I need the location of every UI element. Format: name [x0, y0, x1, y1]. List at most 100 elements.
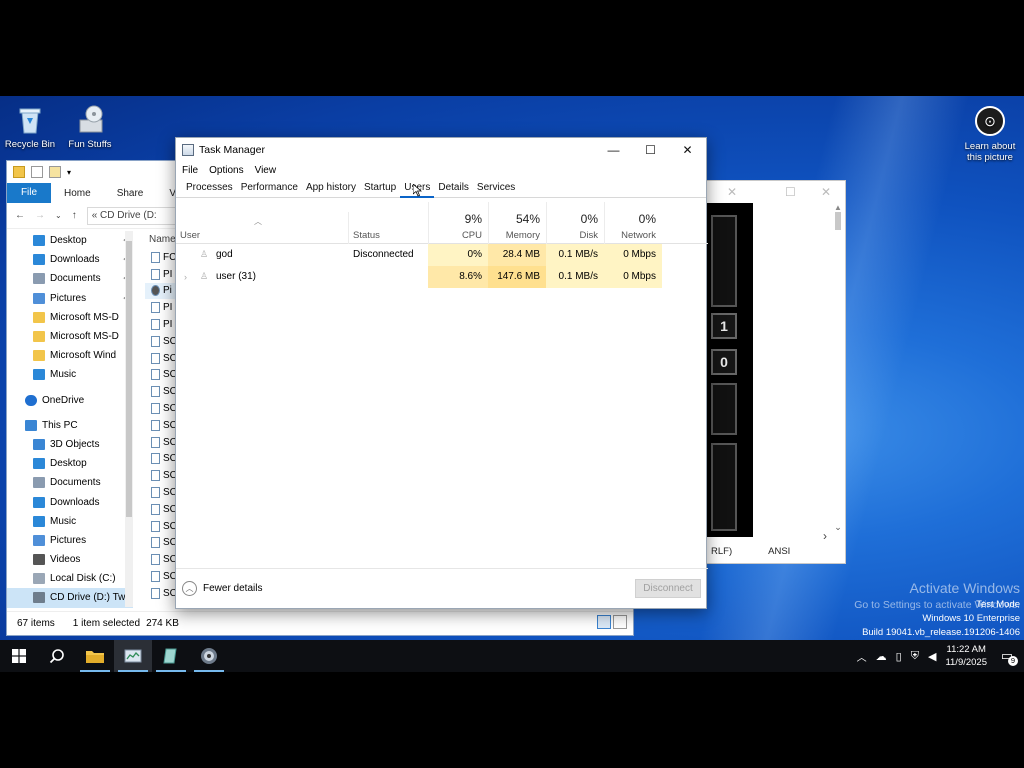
user-row[interactable]: ♙ god Disconnected 0% 28.4 MB 0.1 MB/s 0…: [176, 244, 708, 266]
expand-chevron-icon[interactable]: ›: [184, 266, 187, 288]
tab-details[interactable]: Details: [434, 178, 473, 198]
nav-item[interactable]: Local Disk (C:): [7, 569, 133, 588]
menu-file[interactable]: File: [182, 165, 198, 176]
column-disk[interactable]: 0% Disk: [546, 202, 604, 244]
qat-dropdown-icon[interactable]: ▾: [67, 168, 71, 177]
column-label: Disk: [579, 230, 598, 241]
scroll-thumb[interactable]: [126, 241, 132, 517]
scroll-right-icon[interactable]: ›: [823, 529, 827, 543]
action-center-button[interactable]: ▭ 9: [996, 648, 1018, 666]
file-icon: [151, 520, 160, 532]
nav-item[interactable]: This PC: [7, 416, 133, 435]
minimize-button[interactable]: —: [595, 138, 632, 162]
start-button[interactable]: [0, 640, 38, 672]
taskbar-file-explorer[interactable]: [76, 640, 114, 672]
menu-view[interactable]: View: [255, 165, 277, 176]
nav-item[interactable]: Videos: [7, 550, 133, 569]
disc-file-icon: [151, 285, 160, 297]
address-input[interactable]: « CD Drive (D:: [86, 206, 177, 225]
close-button[interactable]: ✕: [669, 138, 706, 162]
clock-date: 11/9/2025: [945, 657, 987, 668]
ribbon-tab-file[interactable]: File: [7, 183, 51, 203]
folder-icon: [33, 350, 45, 362]
fewer-details-button[interactable]: ︿ Fewer details: [182, 581, 262, 596]
nav-item[interactable]: Desktop✦: [7, 231, 133, 250]
videos-icon: [33, 554, 45, 566]
column-status[interactable]: Status: [348, 212, 428, 244]
forward-arrow-icon[interactable]: →: [35, 210, 45, 221]
tab-performance[interactable]: Performance: [237, 178, 302, 198]
taskbar-notepad[interactable]: [152, 640, 190, 672]
search-button[interactable]: [38, 640, 76, 672]
taskbar-task-manager[interactable]: [114, 640, 152, 672]
nav-item[interactable]: 3D Objects: [7, 435, 133, 454]
nav-item[interactable]: Desktop: [7, 454, 133, 473]
tab-startup[interactable]: Startup: [360, 178, 400, 198]
column-cpu[interactable]: 9% CPU: [428, 202, 488, 244]
user-row[interactable]: › ♙ user (31) 8.6% 147.6 MB 0.1 MB/s 0 M…: [176, 266, 708, 288]
selection-size: 274 KB: [146, 618, 179, 629]
details-view-icon[interactable]: [597, 615, 611, 629]
new-folder-icon[interactable]: [49, 166, 61, 178]
edition-label: Windows 10 Enterprise: [922, 613, 1020, 624]
local-disk-icon: [33, 573, 45, 585]
nav-item[interactable]: Downloads✦: [7, 250, 133, 269]
nav-item[interactable]: OneDrive: [7, 391, 133, 410]
column-network[interactable]: 0% Network: [604, 202, 662, 244]
nav-item-selected[interactable]: CD Drive (D:) Tw: [7, 588, 133, 608]
file-icon: [151, 453, 160, 465]
scroll-down-icon[interactable]: ⌄: [833, 522, 843, 533]
task-manager-window[interactable]: Task Manager — ☐ ✕ File Options View Pro…: [175, 137, 708, 609]
ribbon-tab-home[interactable]: Home: [51, 188, 104, 199]
tab-services[interactable]: Services: [473, 178, 519, 198]
learn-about-picture[interactable]: ⊙ Learn about this picture: [958, 106, 1022, 163]
large-icons-view-icon[interactable]: [613, 615, 627, 629]
scroll-up-icon[interactable]: ▲: [833, 203, 843, 212]
vertical-scrollbar[interactable]: ▲ ⌄: [833, 203, 843, 533]
up-arrow-icon[interactable]: ↑: [72, 210, 77, 221]
nav-item[interactable]: Downloads: [7, 492, 133, 511]
item-count: 67 items: [17, 618, 55, 629]
navigation-scrollbar[interactable]: [125, 231, 133, 607]
properties-icon[interactable]: [31, 166, 43, 178]
usb-icon[interactable]: ▯: [896, 650, 902, 663]
maximize-button[interactable]: ☐: [632, 138, 669, 162]
show-hidden-icons-icon[interactable]: ︿: [857, 649, 867, 664]
minimize-icon[interactable]: ✕: [727, 185, 737, 199]
column-memory[interactable]: 54% Memory: [488, 202, 546, 244]
clock[interactable]: 11:22 AM 11/9/2025: [945, 643, 987, 669]
volume-icon[interactable]: ◀: [928, 650, 936, 663]
file-icon: [151, 352, 160, 364]
ribbon-tab-share[interactable]: Share: [104, 188, 157, 199]
nav-item[interactable]: Music: [7, 365, 133, 384]
back-arrow-icon[interactable]: ←: [15, 210, 25, 221]
nav-item[interactable]: Pictures: [7, 531, 133, 550]
nav-item[interactable]: Microsoft MS-D: [7, 327, 133, 346]
network-icon[interactable]: ☁: [876, 650, 887, 663]
disk-value: 0.1 MB/s: [546, 266, 604, 288]
tab-app-history[interactable]: App history: [302, 178, 360, 198]
close-icon[interactable]: ✕: [821, 185, 831, 199]
background-window[interactable]: ✕ ☐ ✕ 1 0 ▲ ⌄ › RLF) ANSI: [704, 180, 846, 564]
user-status: Disconnected: [353, 249, 414, 260]
taskbar-disc-app[interactable]: [190, 640, 228, 672]
maximize-icon[interactable]: ☐: [785, 185, 796, 199]
nav-label: Microsoft Wind: [50, 350, 117, 362]
nav-item[interactable]: Music: [7, 512, 133, 531]
scroll-thumb[interactable]: [835, 212, 841, 230]
column-user[interactable]: ︿ User: [176, 212, 348, 244]
menu-options[interactable]: Options: [209, 165, 243, 176]
nav-item[interactable]: Microsoft Wind: [7, 346, 133, 365]
nav-item[interactable]: Microsoft MS-D: [7, 308, 133, 327]
nav-item[interactable]: Documents: [7, 473, 133, 492]
desktop-icon-fun-stuffs[interactable]: Fun Stuffs: [58, 104, 122, 150]
desktop-icon-recycle-bin[interactable]: Recycle Bin: [0, 104, 62, 150]
recent-chevron-icon[interactable]: ⌄: [55, 211, 62, 220]
nav-label: Documents: [50, 477, 101, 489]
nav-label: CD Drive (D:) Tw: [50, 592, 126, 604]
nav-item[interactable]: Pictures✦: [7, 289, 133, 308]
disconnect-button[interactable]: Disconnect: [635, 579, 701, 598]
shield-icon[interactable]: ⛨: [911, 650, 919, 663]
nav-item[interactable]: Documents✦: [7, 269, 133, 288]
tab-processes[interactable]: Processes: [182, 178, 237, 198]
